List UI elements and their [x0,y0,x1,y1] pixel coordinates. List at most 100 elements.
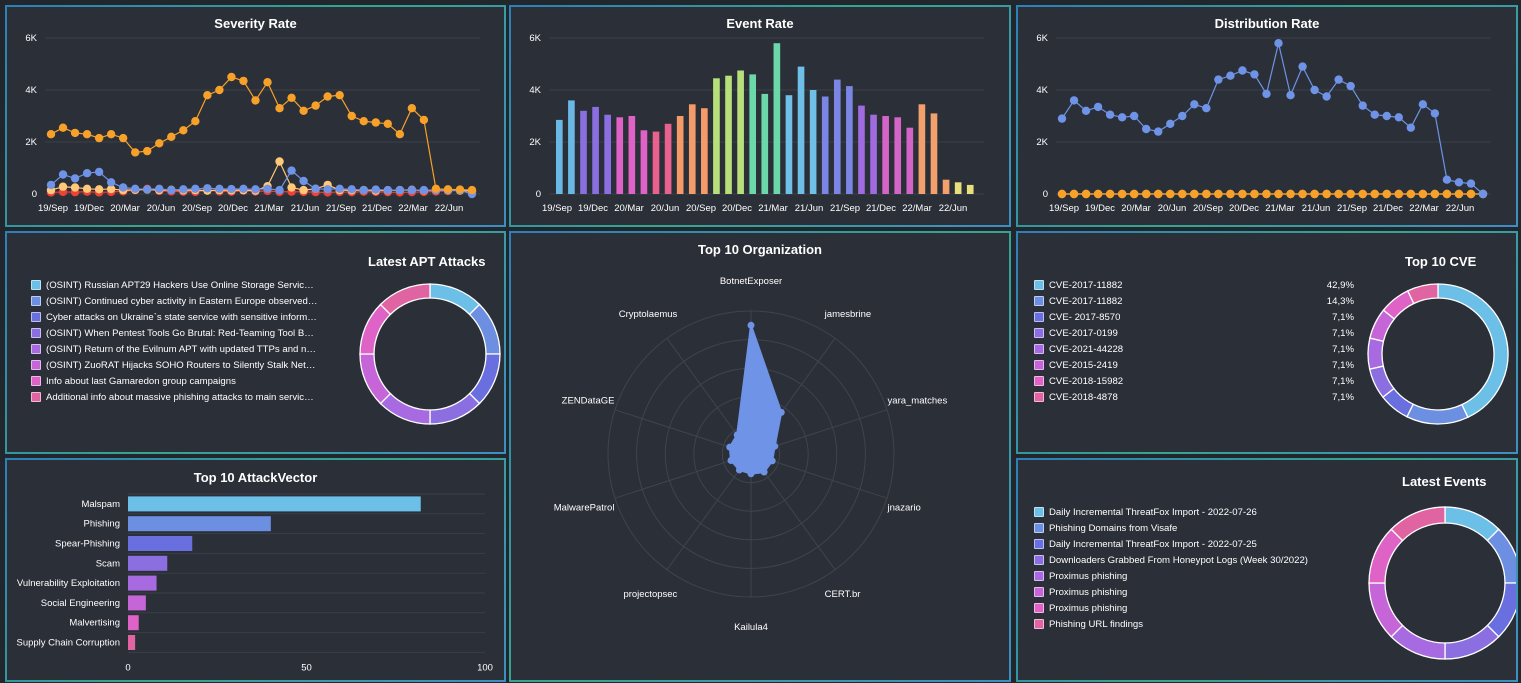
data-point [1117,189,1127,199]
data-point [1129,189,1139,199]
bar [809,90,817,194]
data-point [1081,189,1091,199]
legend-label: (OSINT) When Pentest Tools Go Brutal: Re… [46,327,318,339]
x-tick-label: 19/Dec [578,203,608,214]
legend-swatch [31,280,41,290]
radar-point [727,456,735,464]
legend-item[interactable]: CVE-2017-11882 14,3% [1034,293,1354,309]
data-point [94,167,104,177]
legend-item[interactable]: Phishing URL findings [1034,616,1354,632]
legend-item[interactable]: CVE-2018-15982 7,1% [1034,373,1354,389]
legend-item[interactable]: Info about last Gamaredon group campaign… [31,373,321,389]
data-point [371,118,380,127]
legend-swatch [31,296,41,306]
x-tick-label: 21/Jun [291,203,320,214]
category-label: Malvertising [69,618,120,629]
legend-item[interactable]: Proximus phishing [1034,568,1354,584]
legend-label: Phishing URL findings [1049,618,1144,630]
data-point [1430,189,1440,199]
event-rate-panel: Event Rate 0 2K 4K 6K 19/Sep 19/Dec 20/Mar 20/J… [509,5,1011,227]
data-point [1322,92,1331,101]
legend-item[interactable]: CVE-2017-11882 42,9% [1034,277,1354,293]
data-point [1370,189,1379,199]
x-tick-label: 21/Mar [1265,203,1295,214]
category-label: Scam [96,558,120,569]
data-point [70,128,80,138]
data-point [1454,178,1464,187]
legend-percent: 7,1% [1332,375,1354,387]
radar-point [777,408,785,416]
bar [701,108,708,194]
attackvector-bar-chart: Malspam Phishing Spear-Phishing Scam Vulnera… [16,493,493,673]
y-tick-label: 2K [529,137,541,148]
legend-item[interactable]: (OSINT) When Pentest Tools Go Brutal: Re… [31,325,321,341]
legend-item[interactable]: Daily Incremental ThreatFox Import - 202… [1034,504,1354,520]
data-point [1310,85,1319,95]
legend-item[interactable]: CVE-2018-4878 7,1% [1034,389,1354,405]
data-point [1454,189,1464,199]
bar [906,127,914,194]
y-tick-label: 4K [1036,85,1048,96]
legend-item[interactable]: CVE-2017-0199 7,1% [1034,325,1354,341]
bar [580,110,587,194]
legend-swatch [31,376,41,386]
data-point [431,184,441,193]
legend-item[interactable]: (OSINT) ZuoRAT Hijacks SOHO Routers to S… [31,357,321,373]
legend-item[interactable]: CVE- 2017-8570 7,1% [1034,309,1354,325]
legend-item[interactable]: Downloaders Grabbed From Honeypot Logs (… [1034,552,1354,568]
legend-item[interactable]: (OSINT) Continued cyber activity in East… [31,293,321,309]
legend-item[interactable]: CVE-2021-44228 7,1% [1034,341,1354,357]
top-10-organization-panel: Top 10 Organization BotnetExposer jamesbr… [509,231,1011,682]
data-point [94,133,104,143]
x-tick-label: 21/Mar [758,203,788,214]
data-point [455,185,465,194]
distribution-rate-panel: Distribution Rate 0 2K 4K 6K 19/Sep 19/Dec 20/… [1016,5,1518,227]
data-point [1154,189,1163,199]
data-point [1202,104,1211,113]
legend-label: Proximus phishing [1049,570,1128,582]
x-tick-label: 22/Jun [1446,203,1475,214]
data-point [1262,189,1271,199]
data-point [1286,189,1295,199]
data-point [359,117,368,126]
data-point [82,184,92,193]
legend-item[interactable]: (OSINT) Russian APT29 Hackers Use Online… [31,277,321,293]
legend-swatch [31,328,41,338]
x-tick-label: 21/Dec [866,203,896,214]
data-point [299,185,308,195]
legend-label: CVE-2017-11882 [1049,279,1123,291]
data-point [419,185,429,195]
data-point [251,185,260,194]
bar [592,106,599,194]
x-tick-label: 21/Sep [1337,203,1367,214]
data-point [1466,189,1476,199]
data-point [1478,189,1488,199]
legend-swatch [1034,619,1044,629]
legend-item[interactable]: (OSINT) Return of the Evilnum APT with u… [31,341,321,357]
legend-item[interactable]: Phishing Domains from Visafe [1034,520,1354,536]
data-point [359,185,368,195]
data-point [82,130,92,139]
data-point [1334,189,1343,199]
severity-rate-panel: Severity Rate 0 2K 4K 6K 19/Sep 19/Dec 20/Mar 2… [5,5,506,227]
legend-item[interactable]: Proximus phishing [1034,600,1354,616]
distribution-rate-chart: 0 2K 4K 6K 19/Sep 19/Dec 20/Mar 20/Jun 20/Sep 20/… [1036,33,1491,214]
x-tick-label: 20/Jun [1158,203,1187,214]
radar-point [733,431,741,439]
legend-item[interactable]: Proximus phishing [1034,584,1354,600]
legend-label: Phishing Domains from Visafe [1049,522,1178,534]
data-point [311,184,320,193]
y-tick-label: 4K [529,85,541,96]
donut-slice [1486,528,1516,584]
top-10-attackvector-panel: Top 10 AttackVector Malspam Phishing Spear… [5,458,506,682]
data-point [1238,66,1247,75]
legend-item[interactable]: CVE-2015-2419 7,1% [1034,357,1354,373]
y-tick-label: 0 [1043,189,1048,200]
data-point [383,185,392,195]
legend-item[interactable]: Additional info about massive phishing a… [31,389,321,405]
x-tick-label: 22/Jun [435,203,464,214]
data-point [1178,111,1187,121]
data-point [239,76,248,86]
legend-item[interactable]: Cyber attacks on Ukraine`s state service… [31,309,321,325]
legend-item[interactable]: Daily Incremental ThreatFox Import - 202… [1034,536,1354,552]
